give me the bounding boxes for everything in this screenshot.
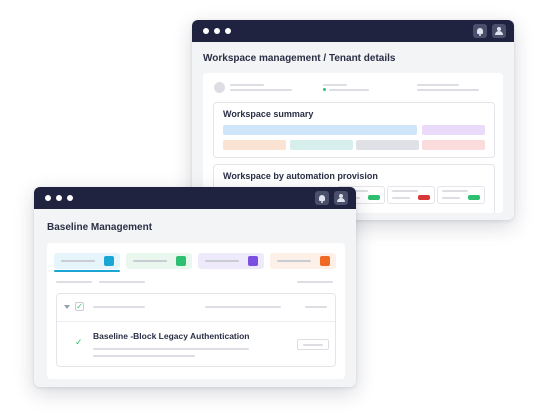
placeholder-line — [305, 306, 327, 308]
tab-3[interactable] — [198, 253, 264, 269]
status-pill — [418, 195, 430, 200]
summary-bar — [290, 140, 353, 150]
placeholder-line — [303, 344, 323, 346]
select-all-checkbox[interactable]: ✓ — [75, 302, 84, 311]
placeholder-line — [93, 306, 145, 308]
check-icon: ✓ — [76, 301, 83, 311]
page-title: Baseline Management — [47, 222, 153, 233]
summary-bar — [223, 140, 286, 150]
placeholder-line — [392, 190, 418, 192]
placeholder-line — [133, 260, 167, 262]
placeholder-line — [99, 281, 145, 283]
window-dot[interactable] — [225, 28, 231, 34]
placeholder-line — [392, 197, 410, 199]
window-dot[interactable] — [67, 195, 73, 201]
action-field[interactable] — [297, 339, 329, 350]
baseline-panel: ✓ ✓ Baseline -Block Legacy Authenticatio… — [47, 243, 345, 379]
window-controls[interactable] — [192, 28, 231, 34]
placeholder-line — [277, 260, 311, 262]
placeholder-line — [56, 281, 92, 283]
tab-2[interactable] — [126, 253, 192, 269]
divider — [57, 321, 335, 322]
title-bar — [34, 187, 356, 209]
placeholder-line — [442, 197, 460, 199]
placeholder-line — [93, 355, 195, 357]
window-dot[interactable] — [56, 195, 62, 201]
placeholder-line — [417, 84, 459, 86]
status-pill — [368, 195, 380, 200]
tab-badge — [248, 256, 258, 266]
card-title: Workspace summary — [223, 109, 314, 119]
provision-box — [387, 186, 435, 204]
check-icon[interactable]: ✓ — [75, 339, 83, 348]
title-bar — [192, 20, 514, 42]
window-dot[interactable] — [203, 28, 209, 34]
placeholder-line — [329, 89, 369, 91]
bell-icon[interactable] — [473, 24, 487, 38]
placeholder-line — [93, 348, 249, 350]
chevron-down-icon[interactable] — [64, 305, 70, 309]
summary-bar — [422, 125, 485, 135]
summary-bar — [223, 125, 417, 135]
baseline-management-window: Baseline Management ✓ ✓ Baseline -Block … — [34, 187, 356, 387]
bell-icon[interactable] — [315, 191, 329, 205]
tab-1[interactable] — [54, 253, 120, 272]
tenant-avatar — [214, 82, 225, 93]
window-dot[interactable] — [45, 195, 51, 201]
page-title: Workspace management / Tenant details — [203, 53, 396, 64]
window-controls[interactable] — [34, 195, 73, 201]
tab-badge — [104, 256, 114, 266]
placeholder-line — [205, 306, 281, 308]
user-icon[interactable] — [334, 191, 348, 205]
card-title: Workspace by automation provision — [223, 171, 378, 181]
status-pill — [468, 195, 480, 200]
placeholder-line — [442, 190, 468, 192]
summary-bar — [422, 140, 485, 150]
active-tab-indicator — [54, 270, 120, 272]
placeholder-line — [205, 260, 239, 262]
tab-badge — [176, 256, 186, 266]
placeholder-line — [417, 89, 479, 91]
placeholder-line — [230, 89, 292, 91]
tab-badge — [320, 256, 330, 266]
placeholder-line — [61, 260, 95, 262]
placeholder-line — [323, 84, 347, 86]
workspace-summary-card: Workspace summary — [213, 102, 495, 158]
tab-4[interactable] — [270, 253, 336, 269]
status-dot — [323, 88, 326, 91]
window-dot[interactable] — [214, 28, 220, 34]
user-icon[interactable] — [492, 24, 506, 38]
baseline-list: ✓ ✓ Baseline -Block Legacy Authenticatio… — [56, 293, 336, 367]
baseline-item-title[interactable]: Baseline -Block Legacy Authentication — [93, 331, 250, 341]
stage: Workspace management / Tenant details Wo… — [0, 0, 540, 417]
provision-box — [437, 186, 485, 204]
placeholder-line — [297, 281, 333, 283]
summary-bar — [356, 140, 419, 150]
placeholder-line — [230, 84, 264, 86]
